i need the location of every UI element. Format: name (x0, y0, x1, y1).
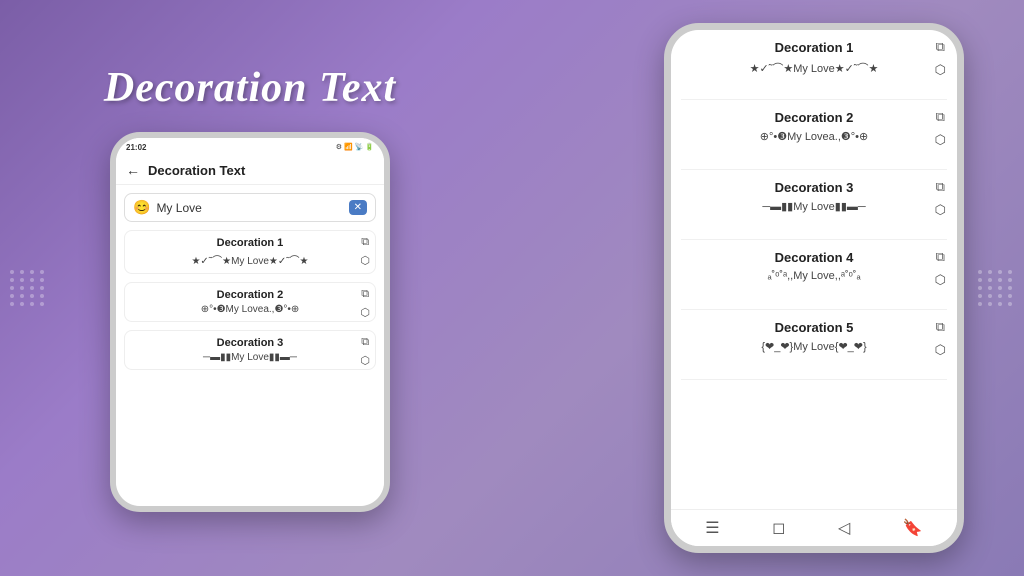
left-section: Decoration Text 21:02 ⚙ 📶 📡 🔋 ← Decorati… (40, 64, 460, 512)
item-title: Decoration 5 (681, 320, 947, 335)
share-button[interactable]: ⬡ (934, 271, 947, 289)
list-item: Decoration 2 ⊕°•❸My Lovea.,❸°•⊕ ⧉ ⬡ (124, 282, 376, 322)
list-item: Decoration 1 ★✓˜⌒★My Love★✓˜⌒★ ⧉ ⬡ (681, 30, 947, 100)
bookmark-nav-button[interactable]: 🔖 (903, 518, 923, 538)
item-title: Decoration 1 (681, 40, 947, 55)
navigation-bar: ☰ ◻ ◁ 🔖 (671, 509, 957, 546)
item-text: {❤_❤}My Love{❤_❤} (681, 340, 947, 353)
decorative-dots-left (10, 270, 46, 306)
item-text: ₐ˚ᵒ˚ᵃ,,My Love,,ᵃ˚ᵒ˚ₐ (681, 270, 947, 282)
share-button[interactable]: ⬡ (934, 131, 947, 149)
copy-button[interactable]: ⧉ (934, 178, 947, 196)
emoji-icon: 😊 (133, 199, 150, 216)
copy-button[interactable]: ⧉ (934, 248, 947, 266)
item-actions: ⧉ ⬡ (934, 178, 947, 219)
decoration-list: Decoration 1 ★✓˜⌒★My Love★✓˜⌒★ ⧉ ⬡ Decor… (116, 230, 384, 506)
status-time: 21:02 (126, 143, 146, 152)
right-decoration-list: Decoration 1 ★✓˜⌒★My Love★✓˜⌒★ ⧉ ⬡ Decor… (671, 30, 957, 509)
list-item: Decoration 5 {❤_❤}My Love{❤_❤} ⧉ ⬡ (681, 310, 947, 380)
share-button[interactable]: ⬡ (934, 341, 947, 359)
search-bar: 😊 My Love ✕ (124, 193, 376, 222)
copy-button[interactable]: ⧉ (359, 335, 371, 350)
item-actions: ⧉ ⬡ (359, 287, 371, 320)
item-text: ─▬▮▮My Love▮▮▬─ (681, 200, 947, 213)
menu-nav-button[interactable]: ☰ (705, 518, 719, 538)
item-actions: ⧉ ⬡ (934, 38, 947, 79)
list-item: Decoration 3 ─▬▮▮My Love▮▮▬─ ⧉ ⬡ (124, 330, 376, 370)
left-phone-mockup: 21:02 ⚙ 📶 📡 🔋 ← Decoration Text 😊 My Lov… (110, 132, 390, 512)
item-text: ⊕°•❸My Lovea.,❸°•⊕ (681, 130, 947, 143)
list-item: Decoration 4 ₐ˚ᵒ˚ᵃ,,My Love,,ᵃ˚ᵒ˚ₐ ⧉ ⬡ (681, 240, 947, 310)
home-nav-button[interactable]: ◻ (772, 518, 785, 538)
search-input-value[interactable]: My Love (156, 201, 342, 215)
item-text: ⊕°•❸My Lovea.,❸°•⊕ (133, 304, 367, 315)
item-title: Decoration 3 (681, 180, 947, 195)
app-header: ← Decoration Text (116, 156, 384, 185)
list-item: Decoration 3 ─▬▮▮My Love▮▮▬─ ⧉ ⬡ (681, 170, 947, 240)
item-actions: ⧉ ⬡ (934, 108, 947, 149)
app-title: Decoration Text (104, 64, 396, 112)
item-actions: ⧉ ⬡ (359, 335, 371, 368)
item-actions: ⧉ ⬡ (934, 318, 947, 359)
status-icons: ⚙ 📶 📡 🔋 (336, 143, 374, 151)
status-bar: 21:02 ⚙ 📶 📡 🔋 (116, 138, 384, 156)
app-header-title: Decoration Text (148, 163, 245, 178)
item-title: Decoration 1 (133, 237, 367, 249)
decorative-dots-right (978, 270, 1014, 306)
copy-button[interactable]: ⧉ (359, 235, 371, 250)
copy-button[interactable]: ⧉ (934, 108, 947, 126)
list-item: Decoration 2 ⊕°•❸My Lovea.,❸°•⊕ ⧉ ⬡ (681, 100, 947, 170)
share-button[interactable]: ⬡ (359, 253, 371, 268)
item-text: ★✓˜⌒★My Love★✓˜⌒★ (681, 60, 947, 76)
share-button[interactable]: ⬡ (359, 353, 371, 368)
right-phone-mockup: Decoration 1 ★✓˜⌒★My Love★✓˜⌒★ ⧉ ⬡ Decor… (664, 23, 964, 553)
item-title: Decoration 4 (681, 250, 947, 265)
copy-button[interactable]: ⧉ (934, 318, 947, 336)
item-title: Decoration 2 (133, 289, 367, 301)
back-nav-button[interactable]: ◁ (838, 518, 850, 538)
item-actions: ⧉ ⬡ (934, 248, 947, 289)
right-section: Decoration 1 ★✓˜⌒★My Love★✓˜⌒★ ⧉ ⬡ Decor… (644, 23, 984, 553)
item-text: ★✓˜⌒★My Love★✓˜⌒★ (133, 252, 367, 267)
clear-button[interactable]: ✕ (349, 200, 367, 215)
share-button[interactable]: ⬡ (934, 201, 947, 219)
item-actions: ⧉ ⬡ (359, 235, 371, 268)
item-title: Decoration 3 (133, 337, 367, 349)
signal-icons: ⚙ 📶 📡 🔋 (336, 143, 374, 151)
share-button[interactable]: ⬡ (934, 61, 947, 79)
back-button[interactable]: ← (126, 162, 140, 178)
copy-button[interactable]: ⧉ (359, 287, 371, 302)
list-item: Decoration 1 ★✓˜⌒★My Love★✓˜⌒★ ⧉ ⬡ (124, 230, 376, 274)
item-title: Decoration 2 (681, 110, 947, 125)
item-text: ─▬▮▮My Love▮▮▬─ (133, 352, 367, 363)
copy-button[interactable]: ⧉ (934, 38, 947, 56)
share-button[interactable]: ⬡ (359, 305, 371, 320)
